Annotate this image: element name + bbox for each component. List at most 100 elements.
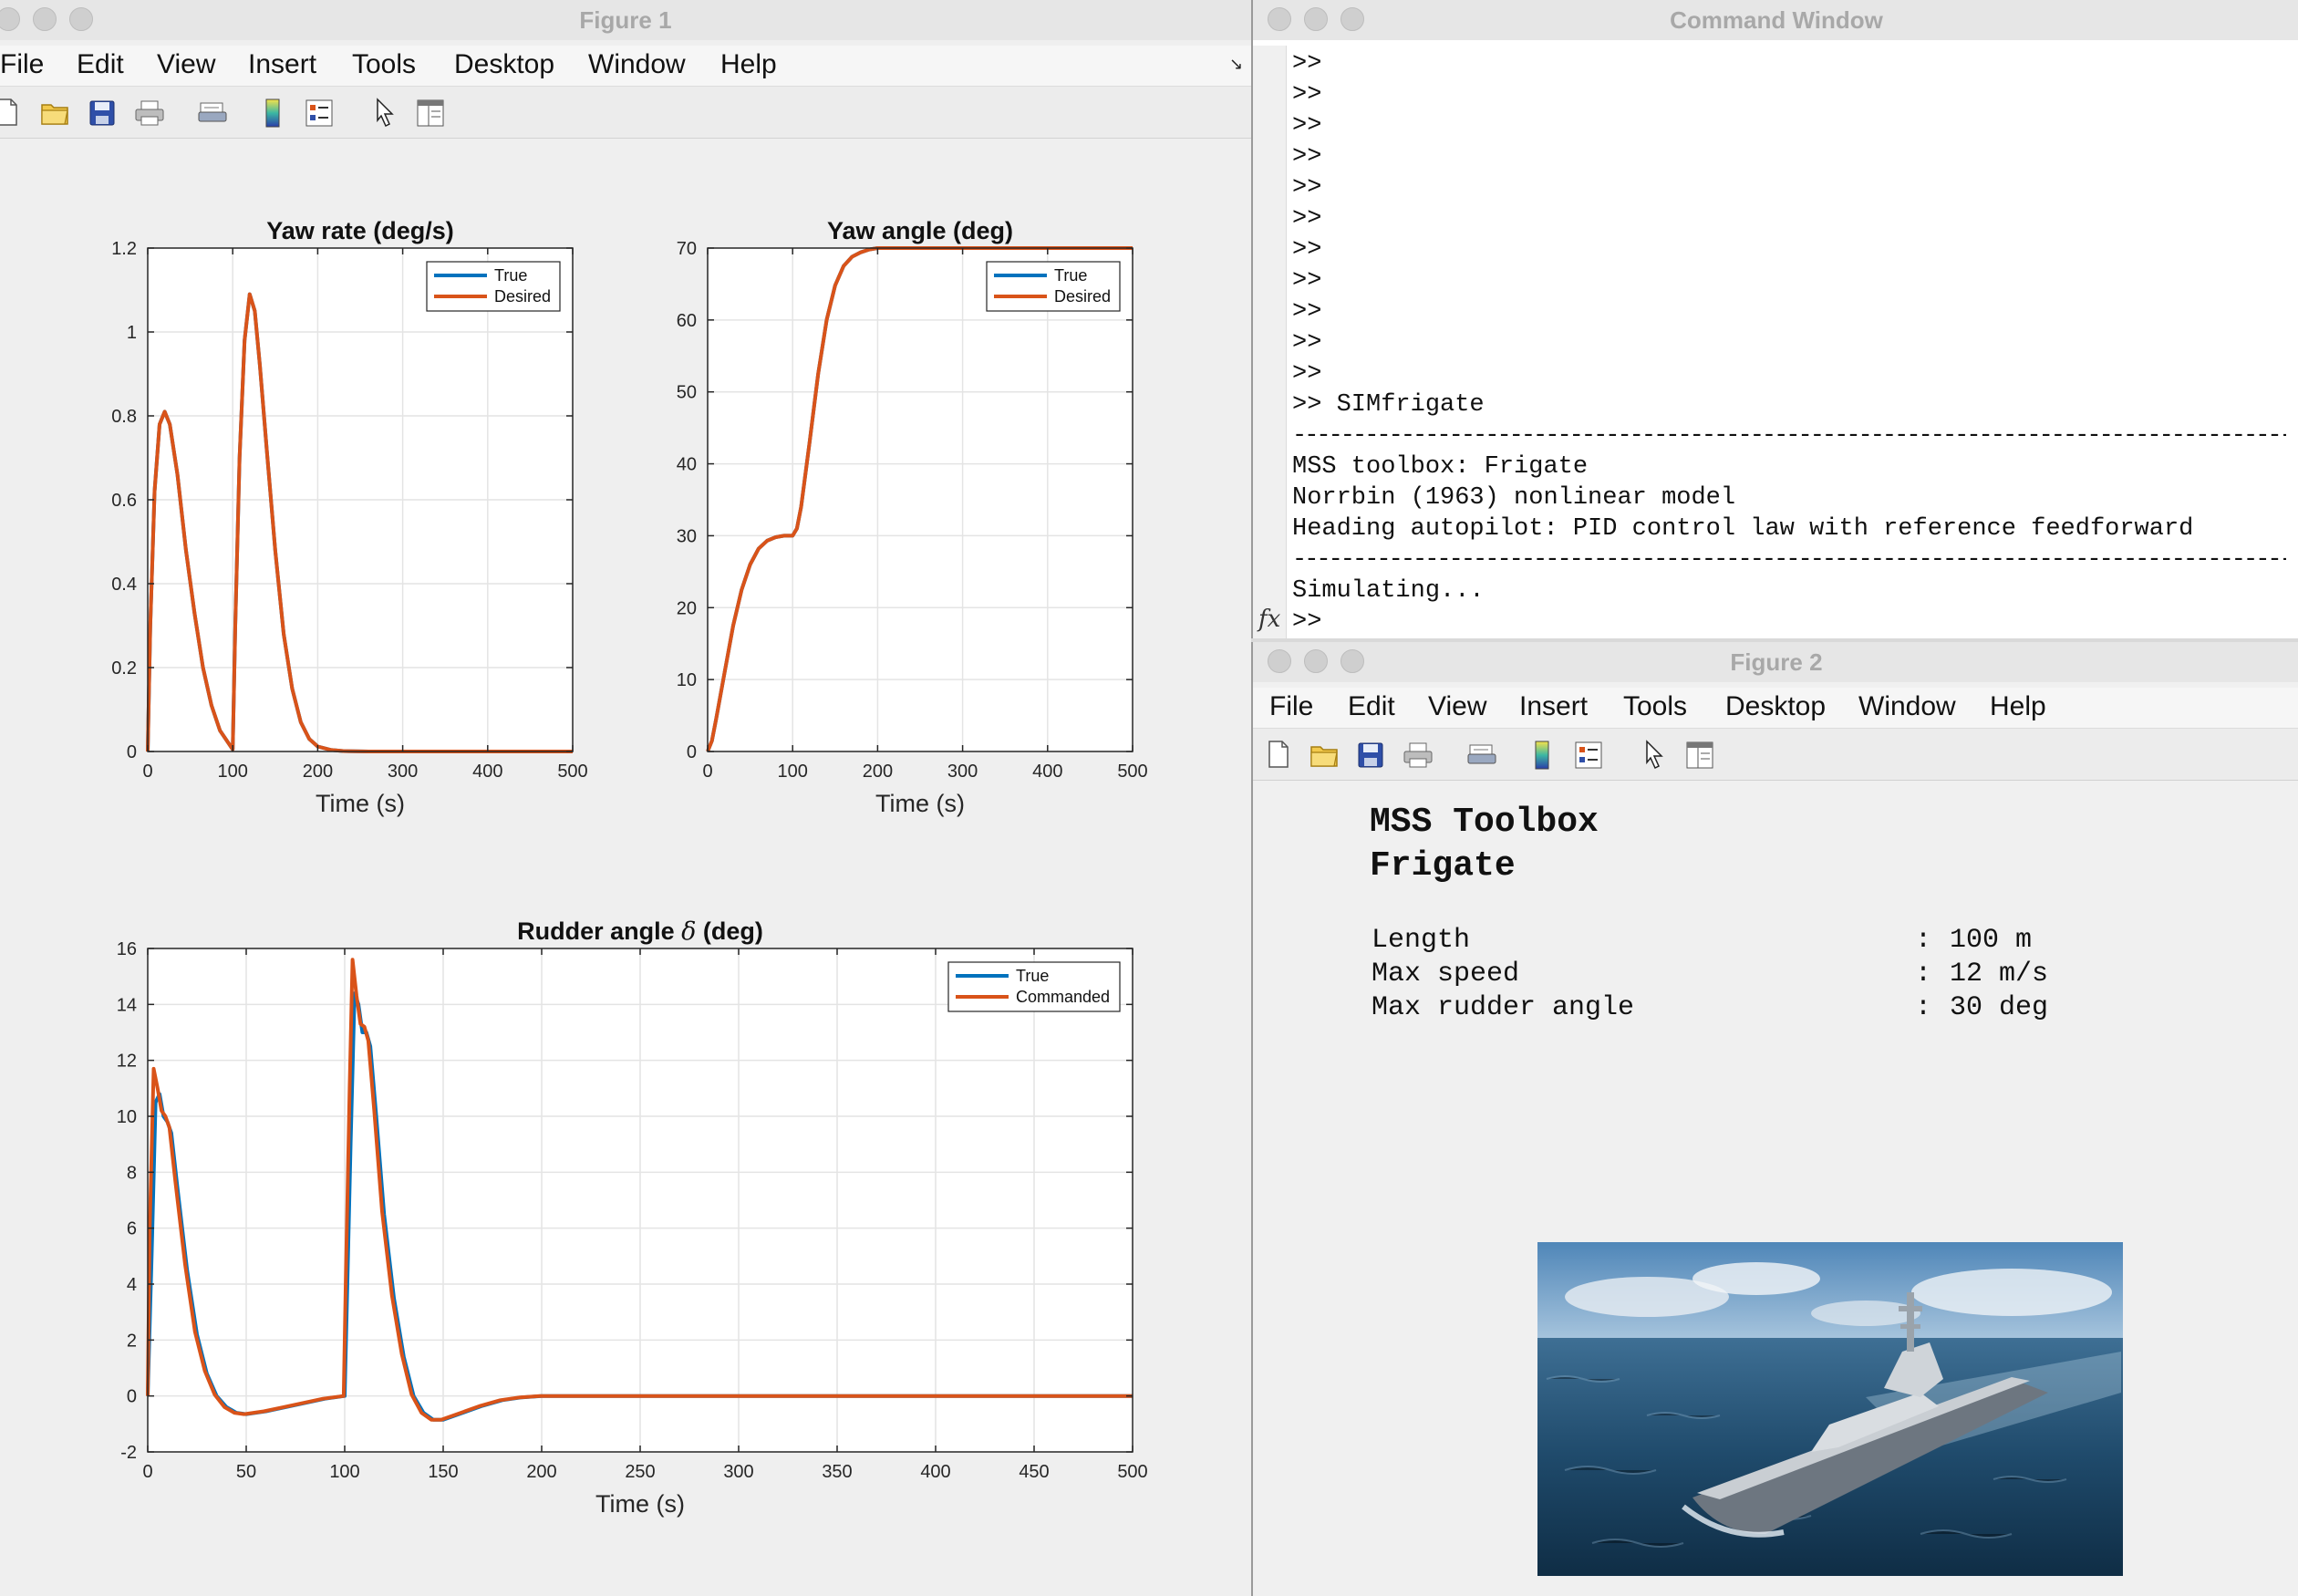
legend-label: Commanded [1016, 988, 1110, 1006]
x-tick-label: 500 [1117, 1462, 1147, 1482]
print-icon[interactable] [134, 99, 165, 127]
x-tick-label: 300 [723, 1462, 753, 1482]
figure1-title: Figure 1 [579, 6, 672, 34]
current-prompt[interactable]: >> [1292, 608, 1321, 636]
x-tick-label: 100 [218, 762, 248, 782]
menu-window[interactable]: Window [588, 49, 686, 80]
open-folder-icon[interactable] [1309, 741, 1340, 769]
minimize-window-button[interactable] [1304, 7, 1328, 31]
plot-area [708, 248, 1133, 751]
legend-icon[interactable] [305, 98, 334, 128]
x-tick-label: 350 [822, 1462, 852, 1482]
y-tick-label: 0.2 [111, 658, 137, 679]
prompt-line: >> [1292, 298, 1322, 326]
separator-line: ----------------------------------------… [1292, 546, 2286, 574]
print-preview-icon[interactable] [197, 99, 228, 127]
new-figure-icon[interactable] [0, 98, 20, 127]
open-folder-icon[interactable] [40, 99, 71, 127]
pointer-icon[interactable] [1643, 740, 1667, 771]
menu-file[interactable]: File [1269, 691, 1313, 722]
figure1-menubar: File Edit View Insert Tools Desktop Wind… [0, 46, 1251, 87]
fx-function-browser-icon[interactable]: fx [1258, 606, 1280, 633]
new-figure-icon[interactable] [1266, 740, 1291, 769]
x-tick-label: 500 [557, 762, 587, 782]
menu-view[interactable]: View [1428, 691, 1486, 722]
print-preview-icon[interactable] [1466, 741, 1497, 769]
save-disk-icon[interactable] [88, 99, 116, 127]
legend-icon[interactable] [1574, 741, 1603, 770]
menu-edit[interactable]: Edit [1348, 691, 1395, 722]
legend: True Desired [426, 261, 561, 312]
print-icon[interactable] [1403, 741, 1434, 769]
close-window-button[interactable] [1268, 649, 1291, 673]
separator-line: ----------------------------------------… [1292, 422, 2286, 450]
axes-2: 0 100 200 300 400 500 0 10 20 30 40 50 60 70 Yaw angle… [677, 217, 1148, 817]
info-heading-line2: Frigate [1370, 846, 1516, 886]
y-tick-label: 12 [117, 1052, 137, 1072]
y-tick-label: 4 [127, 1275, 137, 1295]
command-line: >> SIMfrigate [1292, 391, 1485, 419]
x-tick-label: 150 [428, 1462, 458, 1482]
y-tick-label: 1 [127, 323, 137, 343]
colorbar-icon[interactable] [1532, 740, 1552, 771]
prompt-line: >> [1292, 360, 1322, 388]
x-tick-label: 0 [142, 762, 152, 782]
figure1-titlebar[interactable]: Figure 1 [0, 0, 1251, 40]
property-editor-icon[interactable] [1685, 741, 1714, 770]
command-window-titlebar[interactable]: Command Window [1253, 0, 2298, 40]
legend-label: True [1016, 967, 1049, 985]
menu-insert[interactable]: Insert [248, 49, 316, 80]
zoom-window-button[interactable] [1340, 649, 1364, 673]
figure2-titlebar[interactable]: Figure 2 [1253, 642, 2298, 682]
menu-help[interactable]: Help [1990, 691, 2046, 722]
zoom-window-button[interactable] [1340, 7, 1364, 31]
x-tick-label: 300 [947, 762, 978, 782]
x-tick-label: 250 [625, 1462, 655, 1482]
axes-3: 0 50 100 150 200 250 300 350 400 450 500-202468101… [117, 917, 1148, 1518]
pointer-icon[interactable] [374, 98, 398, 129]
chart-title: Yaw rate (deg/s) [266, 217, 454, 244]
prompt-line: >> [1292, 143, 1322, 171]
close-window-button[interactable] [1268, 7, 1291, 31]
y-tick-label: 0 [127, 1387, 137, 1407]
menu-tools[interactable]: Tools [1623, 691, 1687, 722]
prompt-line: >> [1292, 112, 1322, 140]
axes-1: 0 100 200 300 400 500 0 0.2 0.4 0.6 0.8 1 1.2 Yaw rat… [111, 217, 588, 817]
x-tick-label: 450 [1019, 1462, 1049, 1482]
minimize-window-button[interactable] [33, 7, 57, 31]
simulating-line: Simulating... [1292, 577, 1485, 605]
x-tick-label: 100 [778, 762, 808, 782]
legend-label: Desired [1054, 287, 1111, 306]
save-disk-icon[interactable] [1357, 741, 1384, 769]
spec-separator: : [1915, 925, 1932, 956]
y-tick-label: 40 [677, 455, 697, 475]
y-tick-label: 30 [677, 526, 697, 546]
spec-separator: : [1915, 959, 1932, 990]
prompt-line: >> [1292, 329, 1322, 357]
property-editor-icon[interactable] [416, 98, 445, 128]
menu-window[interactable]: Window [1858, 691, 1956, 722]
menu-view[interactable]: View [157, 49, 215, 80]
info-heading-line1: MSS Toolbox [1370, 803, 1599, 842]
menu-desktop[interactable]: Desktop [1725, 691, 1826, 722]
figure1-canvas: 0 100 200 300 400 50000.20.40.60.811.2Yaw rat… [111, 217, 1148, 1518]
menu-desktop[interactable]: Desktop [454, 49, 554, 80]
command-window-left-gutter [1253, 46, 1287, 638]
dock-arrow-icon[interactable]: ↘ [1229, 55, 1243, 74]
menu-insert[interactable]: Insert [1519, 691, 1588, 722]
x-tick-label: 0 [142, 1462, 152, 1482]
menu-tools[interactable]: Tools [352, 49, 416, 80]
figure2-toolbar [1253, 729, 2298, 781]
x-axis-label: Time (s) [316, 790, 405, 817]
command-window: Command Window [1251, 0, 2298, 638]
minimize-window-button[interactable] [1304, 649, 1328, 673]
x-tick-label: 0 [702, 762, 712, 782]
y-tick-label: 2 [127, 1331, 137, 1351]
zoom-window-button[interactable] [69, 7, 93, 31]
menu-help[interactable]: Help [720, 49, 777, 80]
menu-file[interactable]: File [0, 49, 44, 80]
colorbar-icon[interactable] [263, 98, 283, 129]
menu-edit[interactable]: Edit [77, 49, 124, 80]
spec-separator: : [1915, 992, 1932, 1023]
y-tick-label: 1.2 [111, 239, 137, 259]
